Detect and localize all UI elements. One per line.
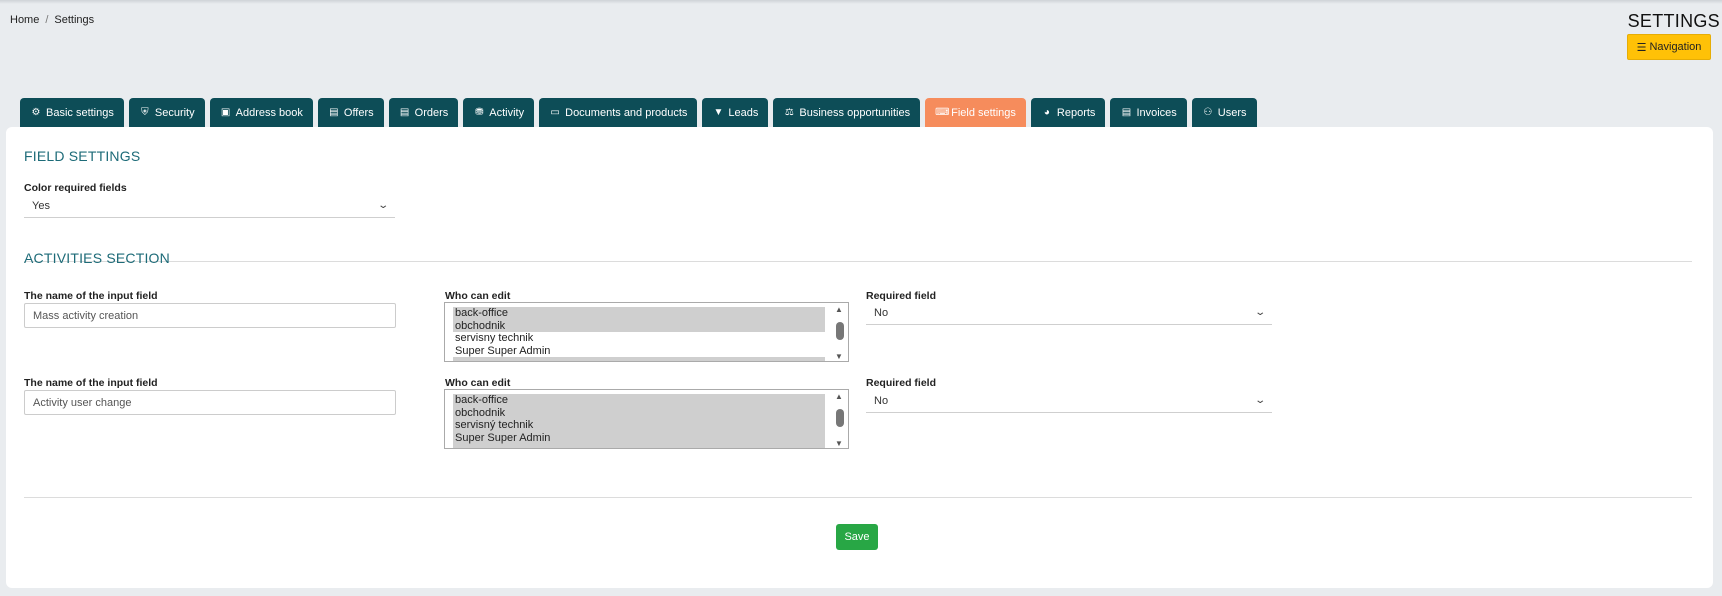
scroll-thumb[interactable] — [836, 322, 844, 340]
shield-icon: ⛨ — [141, 107, 149, 118]
activities-section-title: ACTIVITIES SECTION — [24, 250, 170, 266]
tab-business-opportunities[interactable]: ⚖ Business opportunities — [773, 98, 921, 127]
field-settings-title: FIELD SETTINGS — [24, 148, 141, 164]
tab-offers[interactable]: ▤ Offers — [317, 98, 384, 127]
tab-label: Business opportunities — [799, 106, 911, 119]
tab-leads[interactable]: ▼ Leads — [702, 98, 769, 127]
required-field-select[interactable]: No ⌄ — [866, 389, 1272, 413]
file-icon: ▤ — [1121, 107, 1132, 118]
option-item[interactable]: servisný technik — [453, 419, 825, 432]
save-button[interactable]: Save — [836, 524, 878, 550]
page-title: SETTINGS — [1627, 11, 1720, 31]
tab-label: Leads — [728, 106, 759, 119]
who-can-edit-multiselect[interactable]: back-office obchodnik servisný technik S… — [444, 389, 849, 449]
breadcrumb-separator: / — [45, 14, 49, 26]
chevron-down-icon: ⌄ — [1253, 395, 1266, 406]
chart-pie-icon: ◕ — [1043, 107, 1050, 118]
navigation-button[interactable]: ☰ Navigation — [1627, 34, 1711, 60]
tab-users[interactable]: ⚇ Users — [1191, 98, 1257, 127]
divider — [24, 497, 1692, 498]
scroll-down-icon[interactable]: ▼ — [835, 352, 843, 361]
required-field-value: No — [874, 394, 889, 407]
scrollbar[interactable]: ▲ ▼ — [833, 392, 846, 448]
tab-activity[interactable]: ⛃ Activity — [463, 98, 535, 127]
address-card-icon: ▣ — [220, 107, 231, 118]
settings-card: FIELD SETTINGS Color required fields Yes… — [6, 127, 1713, 588]
tab-label: Field settings — [951, 106, 1016, 119]
required-field-label: Required field — [866, 377, 937, 389]
tab-reports[interactable]: ◕ Reports — [1030, 98, 1106, 127]
tab-label: Activity — [489, 106, 525, 119]
tab-label: Offers — [343, 106, 374, 119]
scroll-thumb[interactable] — [836, 409, 844, 427]
option-item-partial[interactable] — [453, 444, 825, 448]
users-icon: ⚇ — [1203, 107, 1213, 118]
who-can-edit-label: Who can edit — [445, 377, 511, 389]
color-required-value: Yes — [32, 199, 50, 212]
chevron-down-icon: ⌄ — [376, 200, 389, 211]
scroll-up-icon[interactable]: ▲ — [835, 305, 843, 314]
option-item[interactable]: back-office — [453, 394, 825, 407]
required-field-value: No — [874, 306, 889, 319]
option-item[interactable]: Super Super Admin — [453, 345, 825, 358]
file-icon: ▤ — [399, 107, 410, 118]
option-item-partial[interactable] — [453, 357, 825, 361]
bars-icon: ☰ — [1636, 41, 1647, 54]
tab-label: Users — [1217, 106, 1247, 119]
color-required-select[interactable]: Yes ⌄ — [24, 194, 395, 218]
option-item[interactable]: servisny technik — [453, 332, 825, 345]
option-item[interactable]: Super Super Admin — [453, 431, 825, 444]
keyboard-icon: ⌨ — [935, 107, 950, 118]
input-name-label: The name of the input field — [24, 290, 158, 302]
tab-label: Invoices — [1136, 106, 1177, 119]
chevron-down-icon: ⌄ — [1253, 307, 1266, 318]
required-field-select[interactable]: No ⌄ — [866, 301, 1272, 325]
tab-orders[interactable]: ▤ Orders — [388, 98, 459, 127]
scroll-down-icon[interactable]: ▼ — [835, 439, 843, 448]
gears-icon: ⚙ — [31, 107, 41, 118]
settings-tabs: ⚙ Basic settings ⛨ Security ▣ Address book … — [20, 98, 1257, 127]
breadcrumb: Home / Settings — [10, 14, 94, 26]
scroll-up-icon[interactable]: ▲ — [835, 392, 843, 401]
option-list: back-office obchodnik servisny technik S… — [453, 307, 825, 361]
filter-icon: ▼ — [713, 107, 724, 118]
top-shadow — [0, 0, 1722, 4]
scrollbar[interactable]: ▲ ▼ — [833, 305, 846, 361]
tab-invoices[interactable]: ▤ Invoices — [1110, 98, 1187, 127]
breadcrumb-current: Settings — [54, 14, 95, 26]
input-name-field[interactable]: Mass activity creation — [24, 303, 396, 328]
divider — [24, 261, 1692, 262]
tab-documents-and-products[interactable]: ▭ Documents and products — [539, 98, 698, 127]
tab-address-book[interactable]: ▣ Address book — [209, 98, 313, 127]
who-can-edit-label: Who can edit — [445, 290, 511, 302]
tab-label: Security — [154, 106, 195, 119]
tab-security[interactable]: ⛨ Security — [128, 98, 205, 127]
tab-label: Basic settings — [46, 106, 114, 119]
tab-label: Documents and products — [565, 106, 688, 119]
input-name-field[interactable]: Activity user change — [24, 390, 396, 415]
input-name-value: Activity user change — [33, 396, 132, 409]
input-name-value: Mass activity creation — [33, 309, 139, 322]
folder-open-icon: ▭ — [550, 107, 560, 118]
option-item[interactable]: obchodnik — [453, 319, 825, 332]
tab-field-settings[interactable]: ⌨ Field settings — [925, 98, 1026, 127]
navigation-button-label: Navigation — [1649, 41, 1702, 53]
option-item[interactable]: obchodnik — [453, 406, 825, 419]
tab-label: Orders — [414, 106, 449, 119]
truck-icon: ⛃ — [475, 107, 484, 118]
tab-basic-settings[interactable]: ⚙ Basic settings — [20, 98, 124, 127]
input-name-label: The name of the input field — [24, 377, 158, 389]
file-icon: ▤ — [329, 107, 339, 118]
tab-label: Address book — [235, 106, 303, 119]
tab-label: Reports — [1056, 106, 1096, 119]
option-list: back-office obchodnik servisný technik S… — [453, 394, 825, 448]
color-required-label: Color required fields — [24, 182, 127, 194]
balance-scale-icon: ⚖ — [784, 107, 794, 118]
breadcrumb-home[interactable]: Home — [10, 14, 39, 26]
option-item[interactable]: back-office — [453, 307, 825, 320]
who-can-edit-multiselect[interactable]: back-office obchodnik servisny technik S… — [444, 302, 849, 362]
